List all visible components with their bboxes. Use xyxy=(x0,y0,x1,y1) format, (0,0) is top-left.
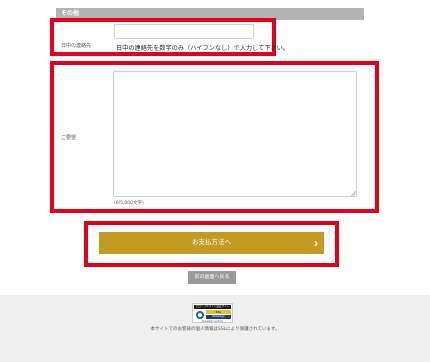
pay-button-label: お支払方法へ xyxy=(192,239,231,246)
resize-grip-icon[interactable] xyxy=(351,191,356,196)
footer-ssl-notice: 本サイトでのお客様の個人情報はSSLにより保護されています。 xyxy=(150,327,280,332)
seal-bottom-text: GlobalSign ≫ClickV xyxy=(201,320,224,323)
seal-top-text: グローバルサイン認証サイト xyxy=(194,305,231,309)
request-textarea[interactable] xyxy=(113,71,357,197)
seal-brand: SSL xyxy=(206,310,231,314)
phone-input[interactable] xyxy=(114,24,254,39)
char-counter: (0/5,000文字) xyxy=(114,201,144,206)
seal-sub: GlobalSign xyxy=(206,315,231,319)
chevron-right-icon: › xyxy=(314,236,318,250)
phone-label: 日中の連絡先 xyxy=(61,43,92,49)
request-label: ご要望 xyxy=(61,135,77,141)
globe-icon xyxy=(196,311,204,319)
phone-help-text: 日中の連絡先を数字のみ（ハイフンなし）で入力して下さい。 xyxy=(116,45,290,52)
ssl-seal[interactable]: グローバルサイン認証サイト SSL GlobalSign GlobalSign … xyxy=(192,303,233,323)
back-button[interactable]: 前の画面へ戻る xyxy=(188,271,236,284)
proceed-to-payment-button[interactable]: お支払方法へ › xyxy=(99,232,324,254)
